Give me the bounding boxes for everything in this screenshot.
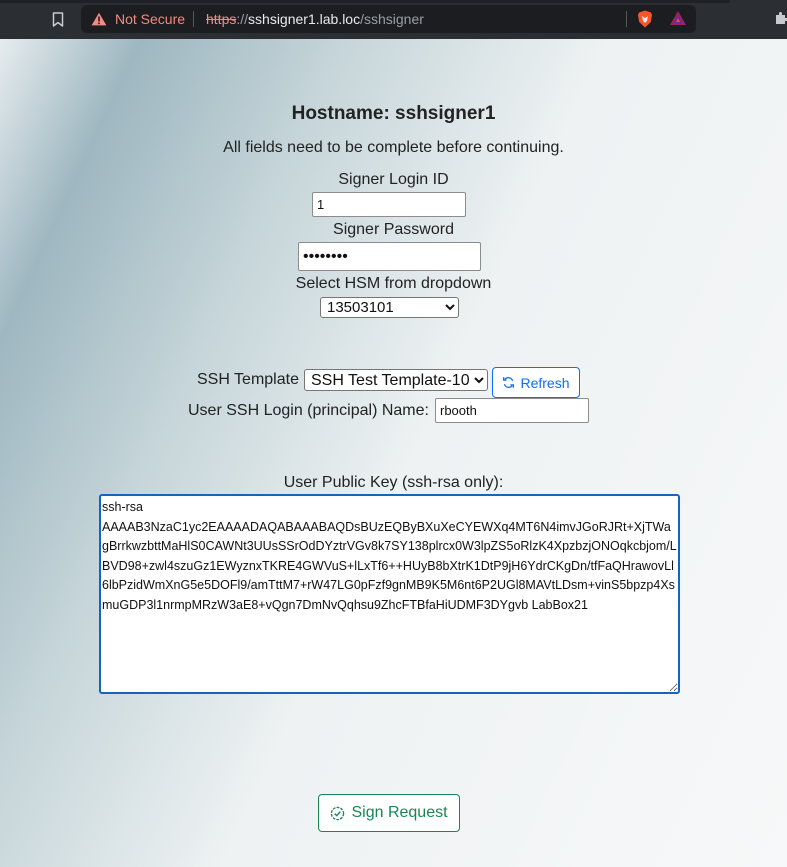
refresh-arrows-icon xyxy=(503,377,515,388)
pubkey-label: User Public Key (ssh-rsa only): xyxy=(283,474,504,491)
refresh-button[interactable]: Refresh xyxy=(492,367,580,398)
sign-request-button[interactable]: Sign Request xyxy=(318,794,460,832)
login-id-input[interactable] xyxy=(312,192,466,217)
hsm-label: Select HSM from dropdown xyxy=(295,275,492,292)
instruction-text: All fields need to be complete before co… xyxy=(223,139,564,156)
page-content: Hostname: sshsigner1 All fields need to … xyxy=(0,39,787,867)
brave-shield-icon[interactable] xyxy=(637,10,653,28)
url-path: /sshsigner xyxy=(360,11,424,27)
principal-label: User SSH Login (principal) Name: xyxy=(188,402,429,419)
url-scheme: https xyxy=(206,11,237,27)
url-separator: :// xyxy=(236,11,249,27)
warning-triangle-icon[interactable] xyxy=(91,12,107,26)
ssh-template-label: SSH Template xyxy=(197,371,299,388)
omnibox-divider xyxy=(193,11,194,27)
address-bar[interactable]: Not Secure https://sshsigner1.lab.loc/ss… xyxy=(81,5,696,33)
url-host: sshsigner1.lab.loc xyxy=(248,11,361,27)
sign-request-label: Sign Request xyxy=(351,804,448,821)
browser-toolbar: Not Secure https://sshsigner1.lab.loc/ss… xyxy=(0,0,787,39)
hsm-select[interactable]: 13503101 xyxy=(320,297,459,318)
security-status[interactable]: Not Secure xyxy=(115,11,185,27)
refresh-label: Refresh xyxy=(520,374,570,391)
puzzle-icon[interactable] xyxy=(774,12,787,26)
hostname-heading: Hostname: sshsigner1 xyxy=(291,103,496,124)
omnibox-divider-right xyxy=(626,11,627,27)
check-circle-icon xyxy=(331,806,345,820)
password-input[interactable] xyxy=(298,242,481,271)
login-id-label: Signer Login ID xyxy=(338,171,449,188)
pubkey-textarea[interactable]: ssh-rsa AAAAB3NzaC1yc2EAAAADAQABAAABAQDs… xyxy=(99,494,680,694)
url-text[interactable]: https://sshsigner1.lab.loc/sshsigner xyxy=(206,11,424,27)
ssh-template-select[interactable]: SSH Test Template-10 xyxy=(304,369,488,391)
bat-rewards-icon[interactable] xyxy=(669,10,687,26)
bookmark-icon[interactable] xyxy=(52,12,64,27)
tab-strip xyxy=(0,0,730,3)
password-label: Signer Password xyxy=(333,221,454,238)
principal-input[interactable] xyxy=(435,398,589,423)
